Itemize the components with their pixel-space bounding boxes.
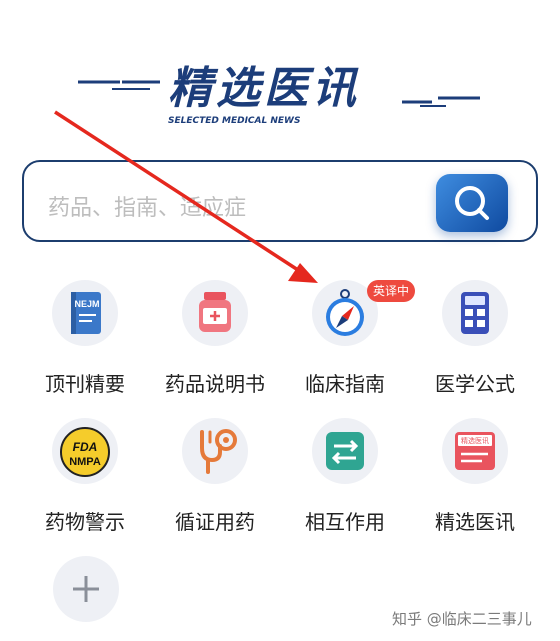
grid-item-label: 药品说明书: [165, 372, 265, 396]
search-placeholder: 药品、指南、适应症: [48, 196, 247, 221]
search-button[interactable]: [436, 174, 508, 232]
news-icon-text: 精选医讯: [461, 436, 489, 445]
nejm-book-icon: NEJM: [52, 280, 118, 346]
grid-item-drug-labels[interactable]: 药品说明书: [155, 280, 275, 405]
grid-item-label: 循证用药: [175, 510, 255, 534]
news-card-icon: 精选医讯: [442, 418, 508, 484]
stethoscope-icon: [182, 418, 248, 484]
grid-item-medical-formulas[interactable]: 医学公式: [415, 280, 535, 405]
grid-item-label: 药物警示: [45, 510, 125, 534]
grid-item-journal-digest[interactable]: NEJM 顶刊精要: [25, 280, 145, 405]
grid-item-evidence-based-medication[interactable]: 循证用药: [155, 418, 275, 543]
translation-badge: 英译中: [367, 280, 416, 302]
grid-item-label: 相互作用: [305, 510, 385, 534]
grid-item-selected-news[interactable]: 精选医讯 精选医讯: [415, 418, 535, 543]
page-subtitle: SELECTED MEDICAL NEWS: [168, 116, 301, 126]
exchange-icon: [312, 418, 378, 484]
nmpa-text: NMPA: [69, 456, 101, 468]
grid-item-label: 精选医讯: [435, 510, 515, 534]
medicine-bottle-icon: [182, 280, 248, 346]
watermark: 知乎 @临床二三事儿: [392, 610, 532, 628]
fda-nmpa-icon: FDA NMPA: [52, 418, 118, 484]
grid-item-drug-interactions[interactable]: 相互作用: [285, 418, 405, 543]
search-icon: [455, 186, 489, 220]
grid-item-label: 医学公式: [435, 372, 515, 396]
grid-item-label: 临床指南: [305, 372, 385, 396]
nejm-icon-text: NEJM: [74, 299, 99, 309]
add-shortcut-button[interactable]: [53, 556, 119, 622]
header-banner: 精选医讯 SELECTED MEDICAL NEWS: [0, 40, 560, 140]
search-input[interactable]: 药品、指南、适应症: [22, 160, 538, 242]
grid-item-label: 顶刊精要: [45, 372, 125, 396]
fda-text: FDA: [73, 440, 98, 454]
page-title: 精选医讯: [168, 63, 360, 114]
calculator-icon: [442, 280, 508, 346]
plus-icon: [73, 576, 99, 602]
grid-item-clinical-guidelines[interactable]: 英译中 临床指南: [285, 280, 416, 405]
grid-item-drug-warnings[interactable]: FDA NMPA 药物警示: [25, 418, 145, 543]
